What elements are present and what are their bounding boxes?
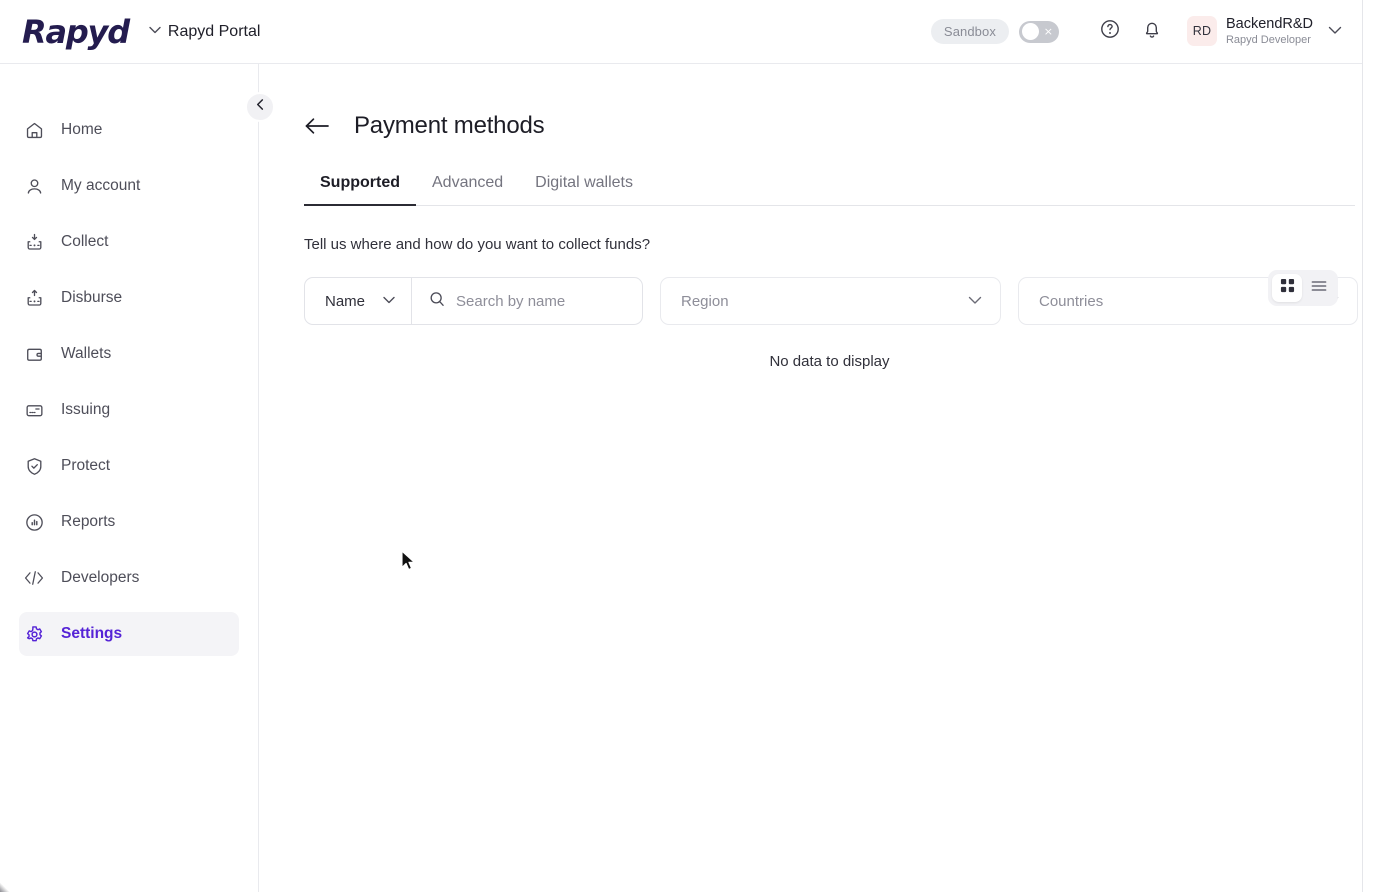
toggle-off-mark: × (1044, 26, 1053, 37)
name-search-group: Name Search by name (304, 277, 643, 325)
sidebar-item-issuing[interactable]: Issuing (19, 388, 239, 432)
sidebar-item-label: Wallets (61, 345, 111, 363)
tab-supported[interactable]: Supported (304, 174, 416, 205)
sidebar-item-label: Developers (61, 569, 139, 587)
countries-placeholder: Countries (1039, 293, 1103, 310)
sidebar-item-label: Home (61, 121, 102, 139)
list-view-icon (1311, 279, 1327, 298)
notifications-button[interactable] (1131, 11, 1173, 53)
sidebar-item-label: Protect (61, 457, 110, 475)
sidebar-item-protect[interactable]: Protect (19, 444, 239, 488)
search-field-value: Name (325, 293, 365, 310)
grid-view-icon (1280, 278, 1295, 298)
sidebar-item-label: Disburse (61, 289, 122, 307)
sidebar-item-label: Reports (61, 513, 115, 531)
sidebar-item-label: Settings (61, 625, 122, 643)
sidebar: Home My account Collect (0, 64, 259, 892)
tab-bar: Supported Advanced Digital wallets (304, 174, 1355, 206)
search-field-select[interactable]: Name (305, 278, 412, 324)
sidebar-item-reports[interactable]: Reports (19, 500, 239, 544)
sidebar-item-disburse[interactable]: Disburse (19, 276, 239, 320)
account-menu[interactable]: RD BackendR&D Rapyd Developer (1187, 16, 1342, 46)
sidebar-item-home[interactable]: Home (19, 108, 239, 152)
collect-icon (23, 231, 45, 253)
back-button[interactable] (304, 116, 330, 136)
sidebar-item-label: My account (61, 177, 140, 195)
top-bar-actions: Sandbox × (931, 11, 1362, 53)
shield-check-icon (23, 455, 45, 477)
gear-icon (23, 623, 45, 645)
page-header: Payment methods (259, 64, 1362, 140)
tab-digital-wallets[interactable]: Digital wallets (519, 174, 649, 205)
grid-view-button[interactable] (1272, 274, 1302, 302)
sidebar-item-developers[interactable]: Developers (19, 556, 239, 600)
search-icon (429, 291, 445, 312)
account-name: BackendR&D (1226, 16, 1313, 33)
empty-state-message: No data to display (304, 353, 1355, 370)
view-mode-toggle (1268, 270, 1338, 306)
sidebar-item-collect[interactable]: Collect (19, 220, 239, 264)
right-gutter (1362, 0, 1378, 892)
chevron-left-icon (254, 98, 267, 116)
user-icon (23, 175, 45, 197)
page-title: Payment methods (354, 112, 544, 140)
toggle-knob (1022, 23, 1039, 40)
chevron-down-icon (1328, 24, 1342, 38)
account-text: BackendR&D Rapyd Developer (1226, 16, 1313, 46)
tab-advanced[interactable]: Advanced (416, 174, 519, 205)
region-placeholder: Region (681, 293, 729, 310)
app-root: Rapyd Rapyd Portal Sandbox × (0, 0, 1378, 892)
wallet-icon (23, 343, 45, 365)
sidebar-collapse-button[interactable] (245, 92, 275, 122)
sandbox-badge: Sandbox (931, 19, 1009, 44)
sidebar-item-label: Collect (61, 233, 108, 251)
brand-area: Rapyd Rapyd Portal (0, 13, 260, 51)
region-select[interactable]: Region (660, 277, 1001, 325)
portal-label: Rapyd Portal (168, 23, 261, 41)
chevron-down-icon (383, 295, 395, 307)
corner-artifact (0, 882, 10, 892)
code-icon (23, 567, 45, 589)
filter-bar: Name Search by name Region (304, 277, 1362, 325)
sidebar-item-settings[interactable]: Settings (19, 612, 239, 656)
rapyd-logo[interactable]: Rapyd (22, 13, 129, 51)
chevron-down-icon (149, 26, 161, 37)
help-circle-icon (1099, 18, 1121, 45)
home-icon (23, 119, 45, 141)
help-button[interactable] (1089, 11, 1131, 53)
main-content: Payment methods Supported Advanced Digit… (259, 64, 1362, 892)
portal-switcher[interactable]: Rapyd Portal (149, 23, 261, 41)
search-input[interactable]: Search by name (456, 293, 565, 310)
bell-icon (1141, 18, 1163, 45)
sidebar-item-label: Issuing (61, 401, 110, 419)
chart-circle-icon (23, 511, 45, 533)
list-view-button[interactable] (1304, 274, 1334, 302)
sidebar-item-my-account[interactable]: My account (19, 164, 239, 208)
disburse-icon (23, 287, 45, 309)
collect-funds-prompt: Tell us where and how do you want to col… (304, 236, 1362, 253)
chevron-down-icon (968, 294, 982, 308)
avatar: RD (1187, 16, 1217, 46)
sidebar-item-wallets[interactable]: Wallets (19, 332, 239, 376)
environment-toggle[interactable]: × (1019, 21, 1059, 43)
search-input-wrap[interactable]: Search by name (412, 291, 642, 312)
account-role: Rapyd Developer (1226, 34, 1313, 47)
top-bar: Rapyd Rapyd Portal Sandbox × (0, 0, 1362, 64)
card-icon (23, 399, 45, 421)
